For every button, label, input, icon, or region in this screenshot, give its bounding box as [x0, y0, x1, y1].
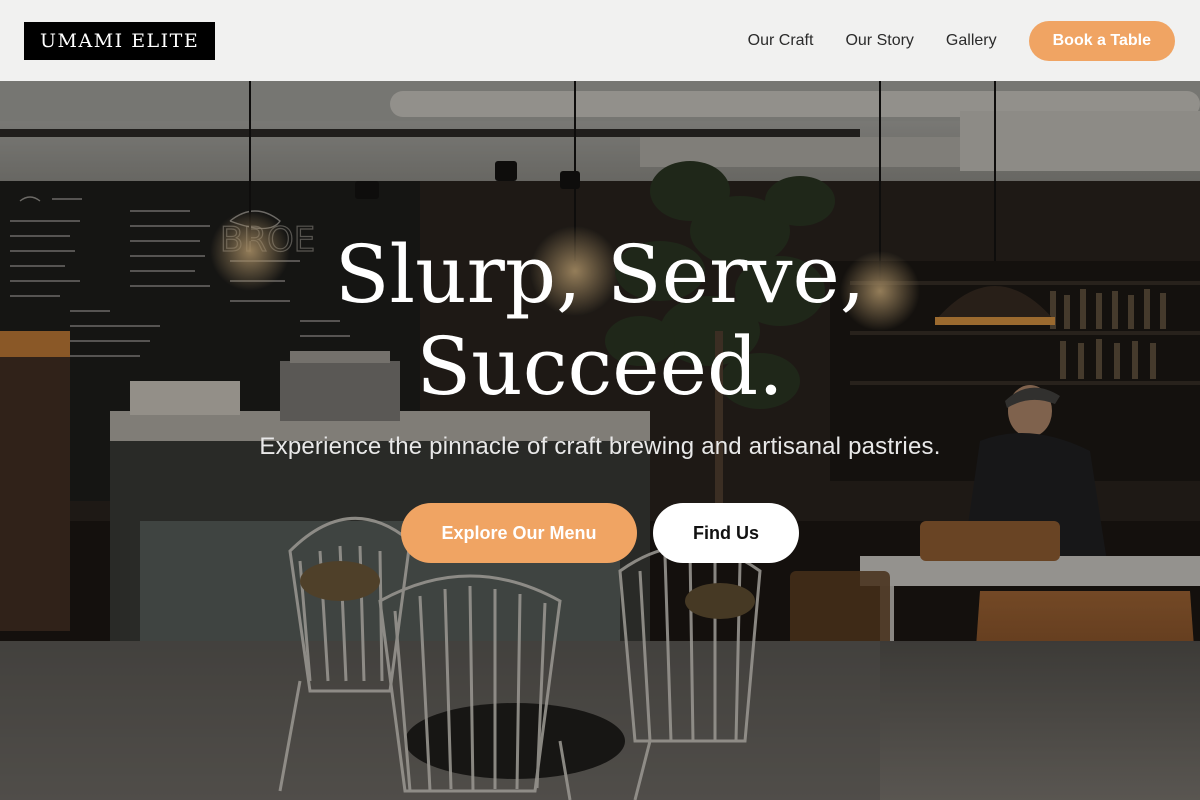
hero-content: Slurp, Serve, Succeed. Experience the pi…: [0, 81, 1200, 800]
hero-title: Slurp, Serve, Succeed.: [250, 229, 950, 413]
explore-menu-button[interactable]: Explore Our Menu: [401, 503, 637, 563]
find-us-button[interactable]: Find Us: [653, 503, 799, 563]
hero-title-line-2: Succeed.: [416, 320, 784, 413]
hero-title-line-1: Slurp, Serve,: [334, 228, 866, 321]
brand-logo[interactable]: UMAMI ELITE: [24, 21, 216, 60]
nav-link-our-story[interactable]: Our Story: [845, 32, 913, 50]
hero-actions: Explore Our Menu Find Us: [401, 503, 799, 563]
hero-section: BROE: [0, 81, 1200, 800]
nav-link-our-craft[interactable]: Our Craft: [748, 32, 814, 50]
nav-link-gallery[interactable]: Gallery: [946, 32, 997, 50]
site-header: UMAMI ELITE Our Craft Our Story Gallery …: [0, 0, 1200, 81]
main-nav: Our Craft Our Story Gallery Book a Table: [748, 20, 1176, 61]
book-table-button[interactable]: Book a Table: [1028, 20, 1175, 61]
hero-subtitle: Experience the pinnacle of craft brewing…: [259, 433, 941, 460]
